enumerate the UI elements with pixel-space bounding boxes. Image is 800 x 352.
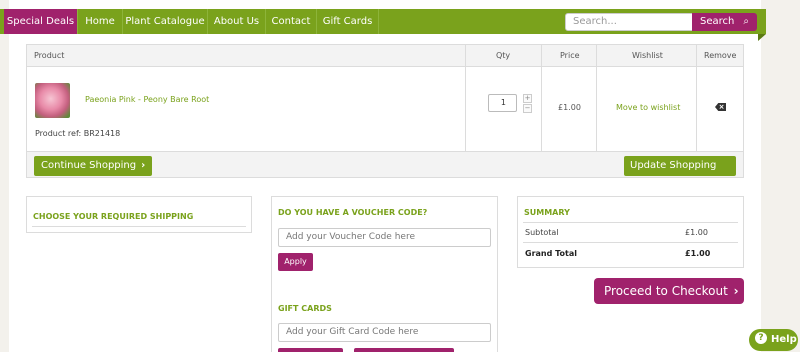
update-cart-button[interactable]: Update Shopping Cart <box>624 156 736 191</box>
nav-contact[interactable]: Contact <box>266 9 317 34</box>
grand-total-value: £1.00 <box>685 249 711 258</box>
nav-home[interactable]: Home <box>78 9 123 34</box>
checkout-label: Proceed to Checkout <box>604 284 728 298</box>
column-divider <box>541 45 542 151</box>
gift-card-button[interactable] <box>278 348 343 352</box>
proceed-to-checkout-button[interactable]: Proceed to Checkout › <box>594 278 744 304</box>
chevron-right-icon: › <box>733 284 739 298</box>
product-ref: Product ref: BR21418 <box>35 129 121 138</box>
nav-plant-catalogue[interactable]: Plant Catalogue <box>123 9 208 34</box>
delete-backspace-icon[interactable]: × <box>715 103 726 111</box>
header-product: Product <box>34 51 65 60</box>
help-button[interactable]: ? Help <box>749 329 798 351</box>
grand-total-label: Grand Total <box>525 249 577 258</box>
search-input[interactable]: Search... <box>565 13 693 31</box>
apply-voucher-button[interactable]: Apply <box>278 253 313 271</box>
divider <box>523 222 738 223</box>
divider <box>523 242 738 243</box>
gift-cards-title: GIFT CARDS <box>278 304 332 313</box>
voucher-title: DO YOU HAVE A VOUCHER CODE? <box>278 208 428 217</box>
header-price: Price <box>560 51 580 60</box>
gift-card-button[interactable] <box>354 348 454 352</box>
continue-shopping-label: Continue Shopping <box>41 160 137 171</box>
continue-shopping-button[interactable]: Continue Shopping › <box>34 156 153 176</box>
item-price: £1.00 <box>558 103 581 112</box>
cart-header-row: Product Qty Price Wishlist Remove <box>27 45 743 67</box>
help-label: Help <box>771 334 797 345</box>
nav-gift-cards[interactable]: Gift Cards <box>317 9 379 34</box>
qty-increase-button[interactable]: + <box>523 94 532 103</box>
shipping-title: CHOOSE YOUR REQUIRED SHIPPING <box>33 212 194 221</box>
nav-about-us[interactable]: About Us <box>208 9 266 34</box>
nav-special-deals[interactable]: Special Deals <box>4 9 78 34</box>
column-divider <box>696 45 697 151</box>
subtotal-label: Subtotal <box>525 228 559 237</box>
summary-title: SUMMARY <box>524 208 570 217</box>
chevron-right-icon: › <box>141 160 146 171</box>
qty-decrease-button[interactable]: − <box>523 104 532 113</box>
product-thumbnail[interactable] <box>35 83 70 118</box>
column-divider <box>596 45 597 151</box>
nav-ribbon-fold <box>758 34 766 41</box>
magnifier-icon: ⌕ <box>743 16 749 27</box>
subtotal-value: £1.00 <box>685 228 708 237</box>
search-button-label: Search <box>700 16 735 27</box>
gift-card-code-input[interactable]: Add your Gift Card Code here <box>278 323 491 342</box>
quantity-input[interactable]: 1 <box>488 94 517 112</box>
divider <box>32 226 246 227</box>
product-name-link[interactable]: Paeonia Pink - Peony Bare Root <box>85 95 209 104</box>
search-button[interactable]: Search ⌕ <box>692 13 757 31</box>
column-divider <box>465 45 466 151</box>
move-to-wishlist-link[interactable]: Move to wishlist <box>616 103 680 112</box>
voucher-code-input[interactable]: Add your Voucher Code here <box>278 228 491 247</box>
header-remove: Remove <box>704 51 737 60</box>
header-wishlist: Wishlist <box>632 51 663 60</box>
question-icon: ? <box>755 332 767 344</box>
header-qty: Qty <box>496 51 511 60</box>
